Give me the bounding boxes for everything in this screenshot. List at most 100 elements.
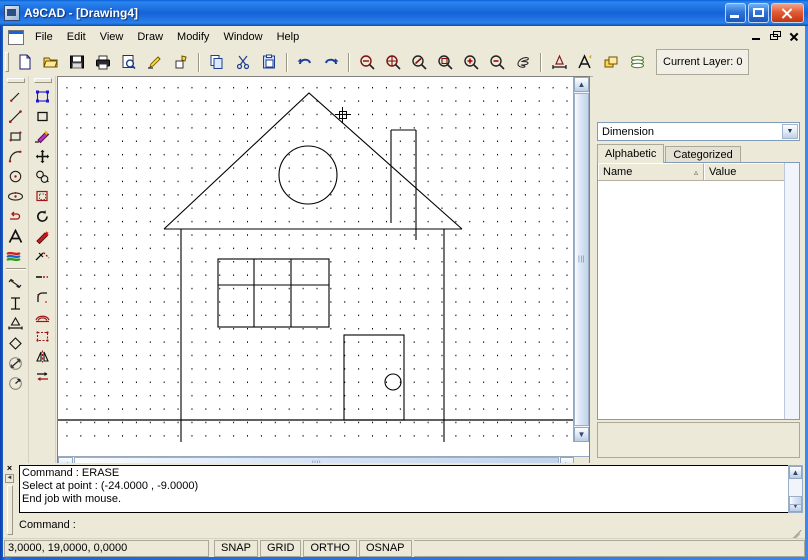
tab-categorized-label: Categorized — [673, 149, 732, 161]
print-preview-icon[interactable] — [117, 51, 141, 74]
menu-modify[interactable]: Modify — [170, 28, 216, 46]
canvas-vertical-scrollbar[interactable]: ▲ ||| ▼ — [573, 77, 589, 442]
scroll-down-arrow[interactable]: ▼ — [574, 427, 589, 442]
command-scroll-thumb[interactable] — [789, 496, 802, 505]
text-style-icon[interactable] — [573, 51, 597, 74]
drawing-canvas[interactable]: ▲ ||| ▼ ◄ |||| ► — [57, 76, 590, 473]
array-icon[interactable] — [31, 326, 55, 346]
copy-icon[interactable] — [205, 51, 229, 74]
zoom-previous-icon[interactable] — [407, 51, 431, 74]
format-painter-icon[interactable] — [169, 51, 193, 74]
properties-list[interactable]: Name ▵ Value — [597, 162, 800, 420]
scroll-up-arrow[interactable]: ▲ — [789, 466, 802, 479]
menu-file[interactable]: File — [28, 28, 60, 46]
mdi-minimize-button[interactable] — [747, 28, 764, 44]
dimension-angular-icon[interactable] — [4, 353, 28, 373]
menu-edit[interactable]: Edit — [60, 28, 93, 46]
redo-arrow-icon[interactable] — [319, 51, 343, 74]
status-toggle-osnap[interactable]: OSNAP — [359, 540, 412, 557]
canvas-grid-area[interactable] — [58, 77, 575, 442]
dimension-style-icon[interactable] — [547, 51, 571, 74]
mdi-restore-button[interactable] — [766, 28, 783, 44]
extend-icon[interactable] — [31, 266, 55, 286]
rectangle-icon[interactable] — [4, 126, 28, 146]
properties-list-scrollbar[interactable] — [784, 163, 799, 419]
erase-icon[interactable] — [31, 126, 55, 146]
tab-categorized[interactable]: Categorized — [665, 146, 740, 163]
command-input[interactable]: Command : — [19, 517, 789, 533]
toolbar-grip[interactable] — [5, 52, 9, 72]
explode-icon[interactable] — [31, 226, 55, 246]
object-type-dropdown[interactable]: Dimension ▼ — [597, 122, 800, 141]
mirror-icon[interactable] — [31, 346, 55, 366]
layer-properties-icon[interactable] — [599, 51, 623, 74]
command-history[interactable]: Command : ERASE Select at point : (-24.0… — [19, 465, 789, 513]
polyline-icon[interactable] — [4, 206, 28, 226]
stretch-icon[interactable] — [31, 366, 55, 386]
rotate-icon[interactable] — [31, 206, 55, 226]
select-object-icon[interactable] — [31, 86, 55, 106]
command-history-scrollbar[interactable]: ▲ ▼ — [788, 465, 803, 513]
dimension-vertical-icon[interactable] — [4, 293, 28, 313]
rectangle-shape-icon[interactable] — [31, 106, 55, 126]
menu-draw[interactable]: Draw — [130, 28, 170, 46]
menu-window[interactable]: Window — [216, 28, 269, 46]
dimension-diameter-icon[interactable] — [4, 333, 28, 353]
scale-icon[interactable] — [31, 186, 55, 206]
resize-grip[interactable] — [791, 525, 803, 537]
layers-stack-icon[interactable] — [625, 51, 649, 74]
fillet-icon[interactable] — [31, 286, 55, 306]
scroll-up-arrow[interactable]: ▲ — [574, 77, 589, 92]
move-icon[interactable] — [31, 146, 55, 166]
paste-clipboard-icon[interactable] — [257, 51, 281, 74]
line-icon[interactable] — [4, 106, 28, 126]
zoom-out-icon[interactable] — [485, 51, 509, 74]
menu-view[interactable]: View — [93, 28, 131, 46]
close-button[interactable] — [771, 3, 804, 23]
mdi-document-icon[interactable] — [8, 30, 24, 45]
chevron-down-icon[interactable]: ▼ — [782, 124, 798, 139]
tab-alphabetic[interactable]: Alphabetic — [597, 144, 664, 163]
status-toggle-grid[interactable]: GRID — [260, 540, 302, 557]
zoom-window-icon[interactable] — [355, 51, 379, 74]
offset-icon[interactable] — [31, 306, 55, 326]
dimension-linear-icon[interactable] — [4, 313, 28, 333]
current-layer-box[interactable]: Current Layer: 0 — [656, 49, 749, 75]
collapse-icon[interactable]: ◄ — [5, 474, 14, 483]
undo-arrow-icon[interactable] — [293, 51, 317, 74]
zoom-in-icon[interactable] — [459, 51, 483, 74]
circle-icon[interactable] — [4, 166, 28, 186]
pan-hand-icon[interactable] — [511, 51, 535, 74]
column-header-name[interactable]: Name ▵ — [598, 163, 704, 180]
ellipse-icon[interactable] — [4, 186, 28, 206]
maximize-button[interactable] — [748, 3, 769, 23]
minimize-button[interactable] — [725, 3, 746, 23]
pencil-edit-icon[interactable] — [143, 51, 167, 74]
mdi-close-button[interactable] — [785, 28, 802, 44]
point-line-icon[interactable] — [4, 86, 28, 106]
open-folder-icon[interactable] — [39, 51, 63, 74]
close-icon[interactable]: × — [5, 464, 14, 473]
dimension-aligned-icon[interactable] — [4, 273, 28, 293]
trim-icon[interactable] — [31, 246, 55, 266]
cut-scissors-icon[interactable] — [231, 51, 255, 74]
text-icon[interactable] — [4, 226, 28, 246]
zoom-extents-icon[interactable] — [433, 51, 457, 74]
dimension-radius-icon[interactable] — [4, 373, 28, 393]
new-file-icon[interactable] — [13, 51, 37, 74]
save-disk-icon[interactable] — [65, 51, 89, 74]
status-toggle-snap[interactable]: SNAP — [214, 540, 258, 557]
zoom-all-icon[interactable] — [381, 51, 405, 74]
copy-object-icon[interactable] — [31, 166, 55, 186]
draw-toolbar-grip[interactable] — [7, 78, 25, 83]
print-icon[interactable] — [91, 51, 115, 74]
arc-icon[interactable] — [4, 146, 28, 166]
command-pane-grip[interactable] — [7, 485, 13, 535]
gradient-icon[interactable] — [4, 246, 28, 266]
modify-toolbar-grip[interactable] — [34, 78, 52, 83]
draw-toolbar-separator — [6, 268, 26, 270]
menu-help[interactable]: Help — [270, 28, 307, 46]
vertical-scroll-thumb[interactable]: ||| — [574, 93, 589, 426]
status-toggle-snap-label: SNAP — [221, 542, 251, 554]
status-toggle-ortho[interactable]: ORTHO — [303, 540, 357, 557]
